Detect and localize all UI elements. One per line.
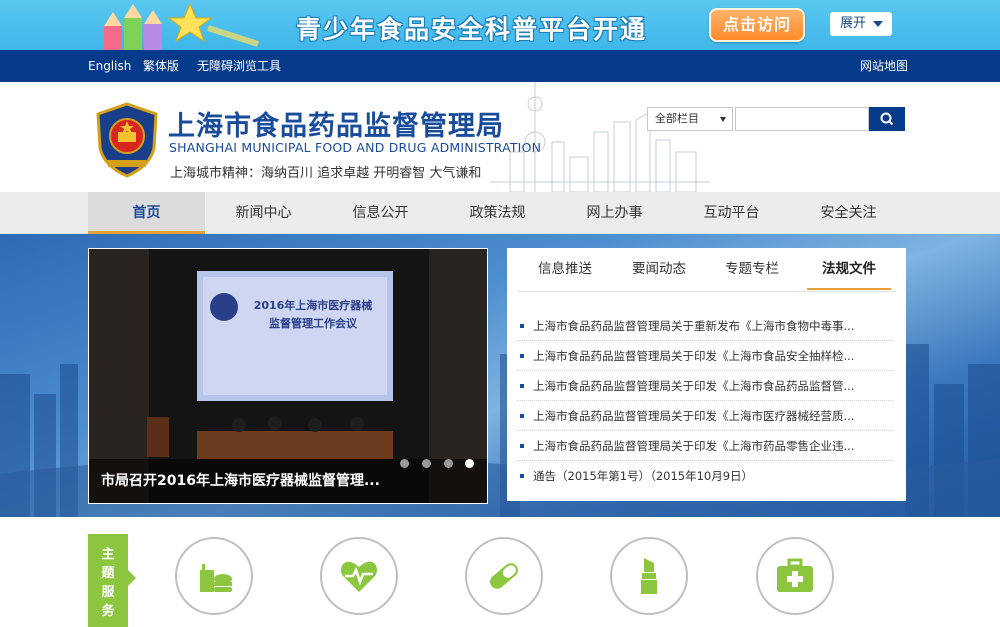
search-scope-select[interactable]: 全部栏目: [647, 107, 733, 131]
tab-regulations[interactable]: 法规文件: [807, 248, 891, 290]
service-medical-devices[interactable]: [756, 537, 834, 615]
news-item[interactable]: 上海市食品药品监督管理局关于印发《上海市食品安全抽样检...: [517, 341, 893, 371]
emblem-logo-icon: [96, 102, 158, 178]
nav-item-home[interactable]: 首页: [88, 192, 205, 234]
caret-down-icon: [873, 21, 883, 27]
nav-item-safety-focus[interactable]: 安全关注: [790, 192, 907, 234]
nav-item-information-disclosure[interactable]: 信息公开: [322, 192, 439, 234]
slider-dot-1[interactable]: [400, 459, 409, 468]
site-title[interactable]: 上海市食品药品监督管理局: [168, 104, 504, 143]
nav-item-policies[interactable]: 政策法规: [439, 192, 556, 234]
news-item[interactable]: 上海市食品药品监督管理局关于印发《上海市药品零售企业违...: [517, 431, 893, 461]
nav-item-interaction[interactable]: 互动平台: [673, 192, 790, 234]
hero-section: 2016年上海市医疗器械 监督管理工作会议 市局召开2016年上海市医疗器械监督…: [0, 234, 1000, 517]
service-drugs[interactable]: [465, 537, 543, 615]
visit-button[interactable]: 点击访问: [709, 8, 805, 42]
slider-dot-4[interactable]: [465, 459, 474, 468]
main-nav: 首页 新闻中心 信息公开 政策法规 网上办事 互动平台 安全关注: [0, 192, 1000, 234]
slider-dot-3[interactable]: [444, 459, 453, 468]
lipstick-icon: [641, 558, 657, 594]
screen-title-line2: 监督管理工作会议: [269, 316, 358, 330]
pencils-star-icon: [104, 2, 259, 50]
search-icon: [880, 112, 894, 126]
search-button[interactable]: [869, 107, 905, 131]
sitemap-link[interactable]: 网站地图: [860, 50, 908, 82]
expand-label: 展开: [840, 16, 867, 31]
theme-services: 主题服务: [0, 517, 1000, 627]
tab-divider: [517, 291, 896, 292]
health-heart-icon: [341, 561, 377, 592]
site-subtitle: SHANGHAI MUNICIPAL FOOD AND DRUG ADMINIS…: [169, 140, 542, 155]
caret-down-icon: [720, 117, 726, 122]
theme-services-tag: 主题服务: [88, 534, 136, 627]
tab-headlines[interactable]: 要闻动态: [621, 248, 697, 290]
service-health[interactable]: [320, 537, 398, 615]
news-item[interactable]: 通告（2015年第1号）（2015年10月9日）: [517, 461, 893, 491]
slider-dot-2[interactable]: [422, 459, 431, 468]
traditional-chinese-link[interactable]: 繁体版: [143, 50, 179, 82]
pill-icon: [490, 563, 518, 589]
utility-bar: English 繁体版 无障碍浏览工具 网站地图: [0, 50, 1000, 82]
city-motto: 上海城市精神：海纳百川 追求卓越 开明睿智 大气谦和: [170, 166, 482, 181]
english-link[interactable]: English: [88, 50, 131, 82]
tab-special-topics[interactable]: 专题专栏: [714, 248, 790, 290]
service-cosmetics[interactable]: [610, 537, 688, 615]
nav-item-online-services[interactable]: 网上办事: [556, 192, 673, 234]
news-item[interactable]: 上海市食品药品监督管理局关于印发《上海市食品药品监督管...: [517, 371, 893, 401]
top-banner[interactable]: 青少年食品安全科普平台开通 点击访问 展开: [0, 0, 1000, 50]
news-item[interactable]: 上海市食品药品监督管理局关于印发《上海市医疗器械经营质...: [517, 401, 893, 431]
medical-kit-icon: [777, 558, 813, 592]
screen-title-line1: 2016年上海市医疗器械: [254, 298, 373, 312]
city-skyline-icon: [490, 82, 710, 192]
service-food[interactable]: [175, 537, 253, 615]
search-input[interactable]: [735, 107, 869, 131]
news-slider[interactable]: 2016年上海市医疗器械 监督管理工作会议 市局召开2016年上海市医疗器械监督…: [88, 248, 488, 504]
site-header: 上海市食品药品监督管理局 SHANGHAI MUNICIPAL FOOD AND…: [0, 82, 1000, 192]
slide-caption-bar: 市局召开2016年上海市医疗器械监督管理...: [89, 459, 487, 503]
banner-title: 青少年食品安全科普平台开通: [296, 15, 648, 44]
news-item[interactable]: 上海市食品药品监督管理局关于重新发布《上海市食物中毒事...: [517, 311, 893, 341]
slide-caption[interactable]: 市局召开2016年上海市医疗器械监督管理...: [101, 459, 380, 503]
expand-button[interactable]: 展开: [830, 12, 892, 36]
tab-info-push[interactable]: 信息推送: [527, 248, 603, 290]
accessibility-tools-link[interactable]: 无障碍浏览工具: [197, 50, 281, 82]
theme-services-label: 主题服务: [101, 547, 115, 619]
food-icon: [200, 564, 232, 592]
nav-item-news-center[interactable]: 新闻中心: [205, 192, 322, 234]
search-scope-value: 全部栏目: [655, 112, 699, 125]
news-panel: 信息推送 要闻动态 专题专栏 法规文件 上海市食品药品监督管理局关于重新发布《上…: [507, 248, 906, 501]
